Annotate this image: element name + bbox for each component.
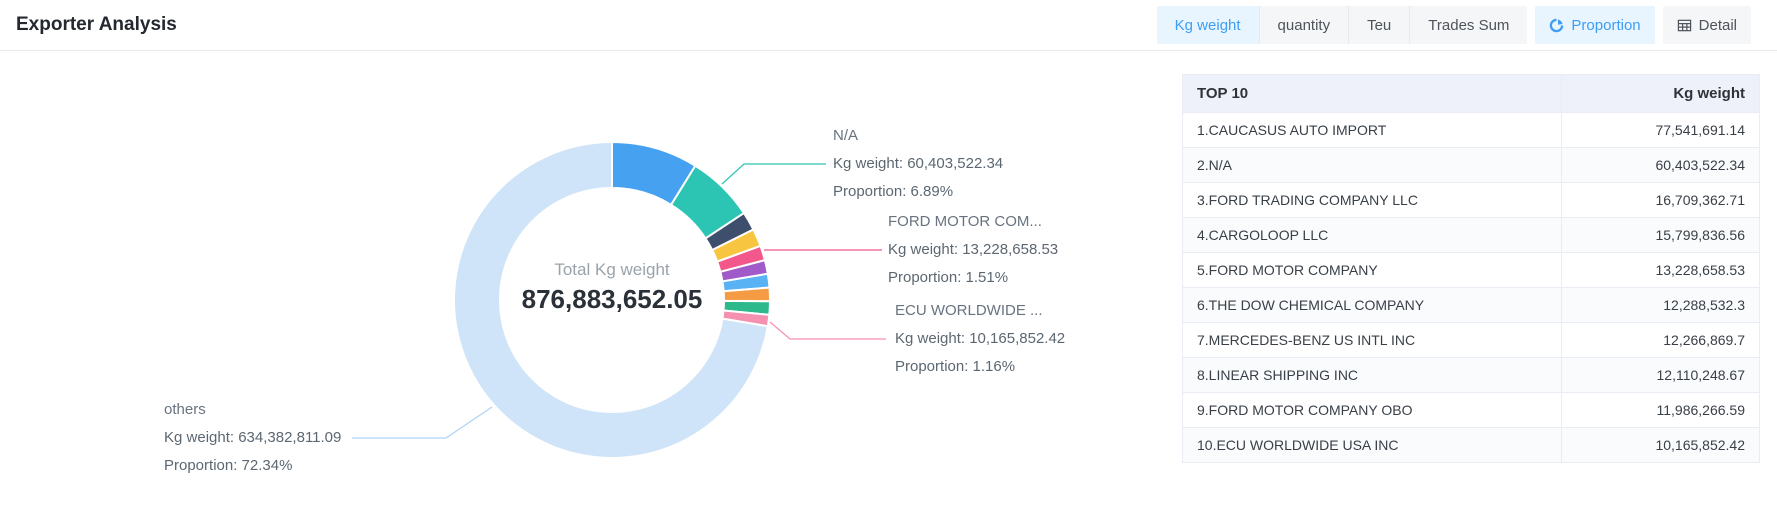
- table-row: 7.MERCEDES-BENZ US INTL INC12,266,869.7: [1183, 323, 1760, 358]
- callout-ecu-worldwide: ECU WORLDWIDE ... Kg weight: 10,165,852.…: [895, 297, 1065, 381]
- header: Exporter Analysis Kg weight quantity Teu…: [0, 0, 1777, 51]
- callout-title: ECU WORLDWIDE ...: [895, 297, 1065, 325]
- table-row: 9.FORD MOTOR COMPANY OBO11,986,266.59: [1183, 393, 1760, 428]
- callout-proportion: Proportion: 1.16%: [895, 353, 1065, 381]
- total-value: 876,883,652.05: [452, 284, 772, 315]
- kg-weight-cell: 16,709,362.71: [1562, 183, 1760, 218]
- callout-proportion: Proportion: 1.51%: [888, 264, 1058, 292]
- tab-trades-sum[interactable]: Trades Sum: [1410, 6, 1527, 44]
- callout-kg-weight: Kg weight: 10,165,852.42: [895, 325, 1065, 353]
- proportion-label: Proportion: [1571, 17, 1640, 34]
- pie-chart-icon: [1549, 18, 1564, 33]
- callout-kg-weight: Kg weight: 13,228,658.53: [888, 236, 1058, 264]
- kg-weight-cell: 77,541,691.14: [1562, 113, 1760, 148]
- exporter-name-cell: 2.N/A: [1183, 148, 1562, 183]
- table-row: 5.FORD MOTOR COMPANY13,228,658.53: [1183, 253, 1760, 288]
- table-row: 8.LINEAR SHIPPING INC12,110,248.67: [1183, 358, 1760, 393]
- exporter-name-cell: 8.LINEAR SHIPPING INC: [1183, 358, 1562, 393]
- callout-title: FORD MOTOR COM...: [888, 208, 1058, 236]
- tab-quantity[interactable]: quantity: [1260, 6, 1350, 44]
- table-row: 3.FORD TRADING COMPANY LLC16,709,362.71: [1183, 183, 1760, 218]
- kg-weight-cell: 12,288,532.3: [1562, 288, 1760, 323]
- callout-proportion: Proportion: 72.34%: [164, 452, 341, 480]
- table-row: 4.CARGOLOOP LLC15,799,836.56: [1183, 218, 1760, 253]
- metric-tab-group: Kg weight quantity Teu Trades Sum: [1157, 6, 1528, 44]
- exporter-name-cell: 6.THE DOW CHEMICAL COMPANY: [1183, 288, 1562, 323]
- page-title: Exporter Analysis: [16, 14, 177, 36]
- kg-weight-cell: 11,986,266.59: [1562, 393, 1760, 428]
- callout-line: [722, 164, 826, 184]
- table-row: 1.CAUCASUS AUTO IMPORT77,541,691.14: [1183, 113, 1760, 148]
- tab-teu[interactable]: Teu: [1349, 6, 1410, 44]
- table-icon: [1677, 18, 1692, 33]
- kg-weight-cell: 12,266,869.7: [1562, 323, 1760, 358]
- detail-toggle-button[interactable]: Detail: [1663, 6, 1751, 44]
- exporter-name-cell: 7.MERCEDES-BENZ US INTL INC: [1183, 323, 1562, 358]
- callout-title: N/A: [833, 122, 1003, 150]
- exporter-name-cell: 4.CARGOLOOP LLC: [1183, 218, 1562, 253]
- kg-weight-cell: 15,799,836.56: [1562, 218, 1760, 253]
- kg-weight-cell: 12,110,248.67: [1562, 358, 1760, 393]
- callout-na: N/A Kg weight: 60,403,522.34 Proportion:…: [833, 122, 1003, 206]
- total-label: Total Kg weight: [452, 260, 772, 280]
- callout-line: [770, 322, 886, 339]
- callout-others: others Kg weight: 634,382,811.09 Proport…: [164, 396, 341, 480]
- donut-center-text: Total Kg weight 876,883,652.05: [452, 260, 772, 315]
- exporter-name-cell: 10.ECU WORLDWIDE USA INC: [1183, 428, 1562, 463]
- top10-table: TOP 10 Kg weight 1.CAUCASUS AUTO IMPORT7…: [1182, 74, 1760, 463]
- callout-ford-motor: FORD MOTOR COM... Kg weight: 13,228,658.…: [888, 208, 1058, 292]
- table-row: 2.N/A60,403,522.34: [1183, 148, 1760, 183]
- column-header-top10: TOP 10: [1183, 75, 1562, 113]
- callout-title: others: [164, 396, 341, 424]
- tab-kg-weight[interactable]: Kg weight: [1157, 6, 1260, 44]
- header-controls: Kg weight quantity Teu Trades Sum Propor…: [1157, 6, 1751, 44]
- callout-kg-weight: Kg weight: 634,382,811.09: [164, 424, 341, 452]
- exporter-name-cell: 3.FORD TRADING COMPANY LLC: [1183, 183, 1562, 218]
- kg-weight-cell: 60,403,522.34: [1562, 148, 1760, 183]
- proportion-toggle-button[interactable]: Proportion: [1535, 6, 1654, 44]
- callout-line: [352, 407, 492, 438]
- table-header-row: TOP 10 Kg weight: [1183, 75, 1760, 113]
- exporter-name-cell: 9.FORD MOTOR COMPANY OBO: [1183, 393, 1562, 428]
- table-row: 6.THE DOW CHEMICAL COMPANY12,288,532.3: [1183, 288, 1760, 323]
- column-header-kg-weight: Kg weight: [1562, 75, 1760, 113]
- exporter-analysis-page: { "header": { "title": "Exporter Analysi…: [0, 0, 1777, 517]
- table-row: 10.ECU WORLDWIDE USA INC10,165,852.42: [1183, 428, 1760, 463]
- exporter-name-cell: 1.CAUCASUS AUTO IMPORT: [1183, 113, 1562, 148]
- callout-proportion: Proportion: 6.89%: [833, 178, 1003, 206]
- kg-weight-cell: 10,165,852.42: [1562, 428, 1760, 463]
- exporter-name-cell: 5.FORD MOTOR COMPANY: [1183, 253, 1562, 288]
- callout-kg-weight: Kg weight: 60,403,522.34: [833, 150, 1003, 178]
- detail-label: Detail: [1699, 17, 1737, 34]
- kg-weight-cell: 13,228,658.53: [1562, 253, 1760, 288]
